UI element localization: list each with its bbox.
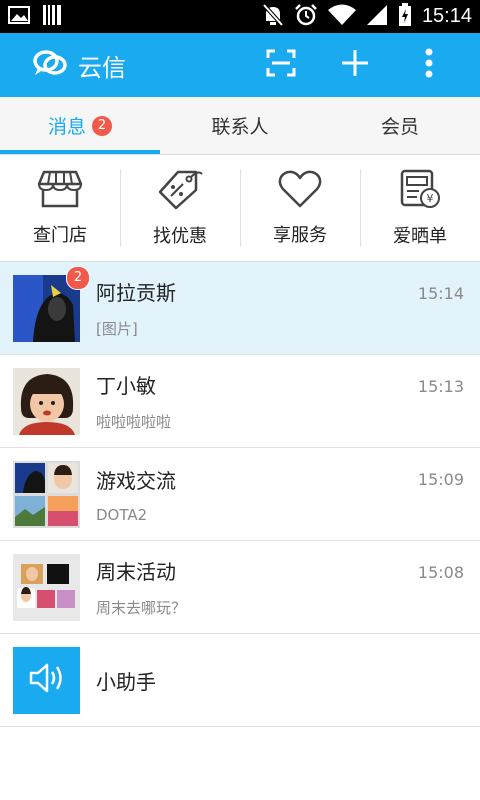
tab-label: 联系人	[211, 116, 269, 138]
quick-item-service[interactable]: 享服务	[240, 155, 360, 261]
more-button[interactable]	[392, 33, 466, 97]
quick-item-coupon[interactable]: 找优惠	[120, 155, 240, 261]
scan-icon	[266, 49, 296, 81]
app-actions	[244, 33, 466, 97]
conversation-time: 15:09	[417, 470, 464, 489]
avatar: 2	[13, 265, 90, 342]
conversation-preview: 周末去哪玩？	[96, 599, 187, 617]
scan-button[interactable]	[244, 33, 318, 97]
tab-label: 消息	[47, 116, 86, 138]
plus-icon	[341, 49, 369, 81]
conversation-preview: DOTA2	[96, 505, 148, 524]
avatar	[13, 646, 80, 714]
quick-label: 爱晒单	[393, 226, 447, 247]
quick-actions: 查门店 找优惠 享服务 ¥ 爱晒单	[0, 155, 480, 262]
more-vertical-icon	[425, 48, 433, 82]
group-avatar-image	[13, 553, 80, 621]
conversation-list: 2 阿拉贡斯 [图片] 15:14 丁小敏 啦啦啦啦啦 15:13 游戏交流 D…	[0, 262, 480, 727]
quick-item-store[interactable]: 查门店	[0, 155, 120, 261]
gallery-notification-icon	[8, 5, 30, 29]
conversation-item[interactable]: 2 阿拉贡斯 [图片] 15:14	[0, 262, 480, 355]
quick-label: 查门店	[33, 225, 87, 246]
conversation-preview: 啦啦啦啦啦	[96, 413, 172, 431]
conversation-time: 15:14	[417, 284, 464, 303]
conversation-time: 15:13	[417, 377, 464, 396]
mute-icon	[262, 3, 284, 31]
quick-item-share-order[interactable]: ¥ 爱晒单	[360, 155, 480, 261]
tab-label: 会员	[380, 116, 419, 138]
app-title: 云信	[78, 53, 126, 82]
status-bar: 15:14	[0, 0, 480, 33]
group-avatar-image	[13, 460, 80, 528]
tab-contacts[interactable]: 联系人	[160, 97, 320, 154]
signal-icon	[366, 4, 388, 30]
conversation-preview: [图片]	[96, 320, 138, 338]
conversation-time: 15:08	[417, 563, 464, 582]
store-icon	[36, 169, 84, 213]
unread-badge: 2	[92, 115, 112, 136]
conversation-item[interactable]: 游戏交流 DOTA2 15:09	[0, 448, 480, 541]
conversation-item[interactable]: 周末活动 周末去哪玩？ 15:08	[0, 541, 480, 634]
active-tab-indicator	[0, 150, 160, 154]
status-left	[8, 4, 62, 30]
tab-members[interactable]: 会员	[320, 97, 480, 154]
avatar	[13, 553, 80, 621]
quick-label: 找优惠	[153, 226, 207, 247]
app-bar: 云信	[0, 33, 480, 97]
tab-messages[interactable]: 消息 2	[0, 97, 160, 154]
avatar	[13, 367, 80, 435]
unread-badge: 2	[66, 265, 90, 290]
quick-label: 享服务	[273, 225, 327, 246]
avatar	[13, 460, 80, 528]
alarm-icon	[294, 3, 318, 31]
speaker-icon	[28, 661, 66, 699]
wifi-icon	[327, 4, 356, 30]
svg-text:¥: ¥	[427, 192, 434, 205]
tab-bar: 消息 2 联系人 会员	[0, 97, 480, 155]
barcode-notification-icon	[42, 4, 62, 30]
status-time: 15:14	[421, 5, 472, 27]
assistant-avatar	[13, 646, 80, 714]
heart-icon	[278, 169, 322, 213]
status-right: 15:14	[262, 2, 472, 31]
conversation-name: 小助手	[96, 669, 156, 694]
conversation-item[interactable]: 丁小敏 啦啦啦啦啦 15:13	[0, 355, 480, 448]
add-button[interactable]	[318, 33, 392, 97]
battery-icon	[398, 2, 412, 31]
conversation-text: 小助手	[96, 666, 480, 695]
coupon-icon	[156, 168, 204, 214]
conversation-item[interactable]: 小助手	[0, 634, 480, 727]
receipt-icon: ¥	[397, 168, 443, 214]
app-logo-icon	[32, 48, 68, 82]
avatar-image	[13, 367, 80, 435]
